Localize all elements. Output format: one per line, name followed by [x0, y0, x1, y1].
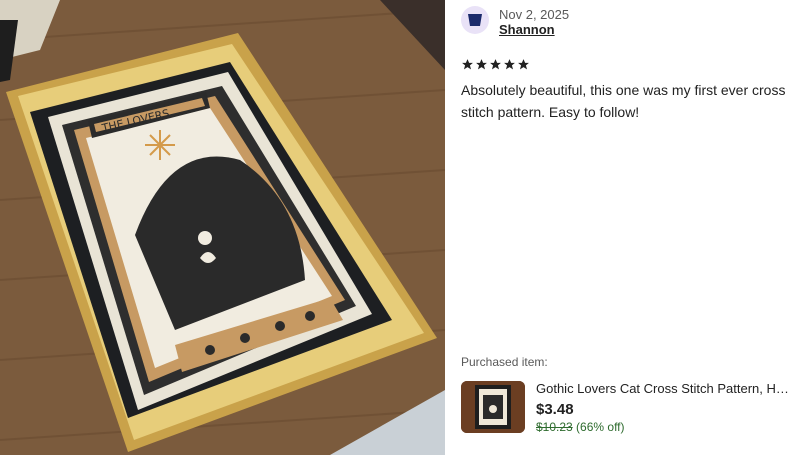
star-icon	[462, 59, 473, 70]
star-icon	[518, 59, 529, 70]
review-date: Nov 2, 2025	[499, 7, 570, 22]
review-photo[interactable]: THE LOVERS	[0, 0, 445, 455]
purchased-item-price: $3.48	[536, 401, 574, 418]
avatar-shape-icon	[468, 14, 482, 26]
original-price: $10.23	[536, 420, 573, 434]
framed-cross-stitch-image: THE LOVERS	[0, 0, 445, 455]
star-icon	[476, 59, 487, 70]
product-thumbnail-image	[461, 381, 525, 433]
purchased-item-label: Purchased item:	[461, 355, 548, 369]
star-icon	[490, 59, 501, 70]
reviewer-avatar[interactable]	[461, 6, 489, 34]
reviewer-name-link[interactable]: Shannon	[499, 22, 555, 37]
review-panel: Nov 2, 2025 Shannon Absolutely beautiful…	[445, 0, 794, 455]
price-original-and-discount: $10.23 (66% off)	[536, 420, 625, 434]
star-icon	[504, 59, 515, 70]
star-rating	[461, 58, 530, 71]
discount-percent: (66% off)	[576, 420, 625, 434]
purchased-item-title-link[interactable]: Gothic Lovers Cat Cross Stitch Pattern, …	[536, 381, 792, 396]
review-text: Absolutely beautiful, this one was my fi…	[461, 82, 786, 120]
purchased-item-thumbnail[interactable]	[461, 381, 525, 433]
